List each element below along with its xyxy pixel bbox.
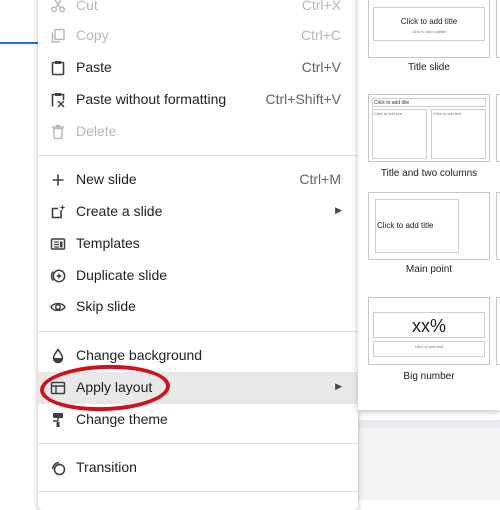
menu-item-templates[interactable]: Templates	[38, 228, 358, 260]
template-icon	[48, 234, 68, 254]
menu-item-label: Skip slide	[76, 298, 136, 314]
menu-item-change-background[interactable]: Change background	[38, 340, 358, 372]
duplicate-icon	[48, 266, 68, 286]
layout-thumbnail-partial	[496, 297, 500, 365]
layout-thumbnail-partial	[496, 94, 500, 162]
thumbnail-left-column	[372, 109, 427, 159]
menu-item-label: New slide	[76, 171, 137, 187]
thumbnail-number-text: xx%	[411, 316, 446, 336]
menu-item-label: Cut	[76, 0, 98, 13]
menu-item-label: Paste without formatting	[76, 91, 227, 107]
menu-item-label: Change background	[76, 347, 203, 363]
layout-label-main-point: Main point	[405, 264, 453, 275]
menu-item-apply-layout[interactable]: Apply layout ▶	[38, 372, 358, 404]
menu-item-label: Delete	[76, 123, 117, 139]
menu-item-delete[interactable]: Delete	[38, 116, 358, 148]
submenu-arrow-icon: ▶	[335, 205, 342, 215]
menu-item-label: Duplicate slide	[76, 267, 168, 283]
menu-item-shortcut: Ctrl+V	[301, 59, 341, 75]
background-divider	[358, 420, 500, 428]
menu-item-paste-without-formatting[interactable]: Paste without formatting Ctrl+Shift+V	[38, 84, 358, 116]
thumbnail-title-text: Click to add title	[374, 100, 410, 106]
sparkle-slide-icon	[48, 202, 68, 222]
background-panel	[358, 428, 500, 500]
thumbnail-right-column	[431, 109, 486, 159]
menu-item-shortcut: Ctrl+X	[301, 0, 341, 13]
menu-item-shortcut: Ctrl+Shift+V	[265, 91, 341, 107]
submenu-arrow-icon: ▶	[335, 381, 342, 391]
layout-thumbnail-title-slide[interactable]: Click to add title Click to add subtitle	[368, 0, 490, 58]
layout-submenu: Click to add title Click to add subtitle…	[358, 0, 500, 410]
layout-label-title-and-two-columns: Title and two columns	[380, 168, 478, 179]
layout-thumbnail-big-number[interactable]: xx% Click to add text	[368, 297, 490, 365]
eye-icon	[48, 297, 68, 317]
copy-icon	[48, 26, 68, 46]
paint-roller-icon	[48, 410, 68, 430]
menu-item-create-a-slide[interactable]: Create a slide ▶	[38, 196, 358, 228]
menu-separator	[38, 443, 358, 444]
thumbnail-title-text: Click to add title	[377, 221, 434, 230]
thumbnail-column-text: Click to add text	[433, 111, 462, 116]
menu-item-label: Templates	[76, 235, 140, 251]
menu-item-shortcut: Ctrl+C	[300, 27, 341, 43]
menu-item-skip-slide[interactable]: Skip slide	[38, 291, 358, 323]
menu-item-duplicate-slide[interactable]: Duplicate slide	[38, 260, 358, 292]
thumbnail-sub-text: Click to add text	[414, 344, 444, 349]
layout-thumbnail-main-point[interactable]: Click to add title	[368, 192, 490, 260]
menu-item-label: Transition	[76, 459, 137, 475]
transition-icon	[48, 458, 68, 478]
menu-item-label: Copy	[76, 27, 109, 43]
menu-separator	[38, 491, 358, 492]
menu-separator	[38, 331, 358, 332]
trash-icon	[48, 122, 68, 142]
paste-plain-icon	[48, 90, 68, 110]
menu-item-label: Paste	[76, 59, 112, 75]
thumbnail-column-text: Click to add text	[374, 111, 403, 116]
menu-item-new-slide[interactable]: New slide Ctrl+M	[38, 164, 358, 196]
menu-item-label: Create a slide	[76, 203, 163, 219]
menu-item-cut[interactable]: Cut Ctrl+X	[38, 0, 358, 22]
menu-item-transition[interactable]: Transition	[38, 452, 358, 484]
menu-separator	[38, 155, 358, 156]
menu-item-label: Apply layout	[76, 379, 153, 395]
layout-label-big-number: Big number	[403, 371, 455, 382]
menu-item-paste[interactable]: Paste Ctrl+V	[38, 52, 358, 84]
paint-drop-icon	[48, 346, 68, 366]
menu-item-change-theme[interactable]: Change theme	[38, 404, 358, 436]
menu-item-shortcut: Ctrl+M	[299, 171, 341, 187]
clipboard-icon	[48, 58, 68, 78]
context-menu: Cut Ctrl+X Copy Ctrl+C Paste Ctrl+V Past…	[38, 0, 358, 510]
menu-item-label: Change theme	[76, 411, 168, 427]
layout-thumbnail-partial	[496, 0, 500, 58]
plus-icon	[48, 170, 68, 190]
layout-label-title-slide: Title slide	[408, 62, 450, 73]
scissors-icon	[48, 0, 68, 16]
thumbnail-subtitle-text: Click to add subtitle	[411, 29, 447, 34]
layout-icon	[48, 378, 68, 398]
menu-item-copy[interactable]: Copy Ctrl+C	[38, 20, 358, 52]
accent-line	[0, 42, 38, 44]
layout-thumbnail-partial	[496, 192, 500, 260]
thumbnail-title-text: Click to add title	[400, 17, 458, 26]
layout-thumbnail-title-and-two-columns[interactable]: Click to add title Click to add text Cli…	[368, 94, 490, 162]
